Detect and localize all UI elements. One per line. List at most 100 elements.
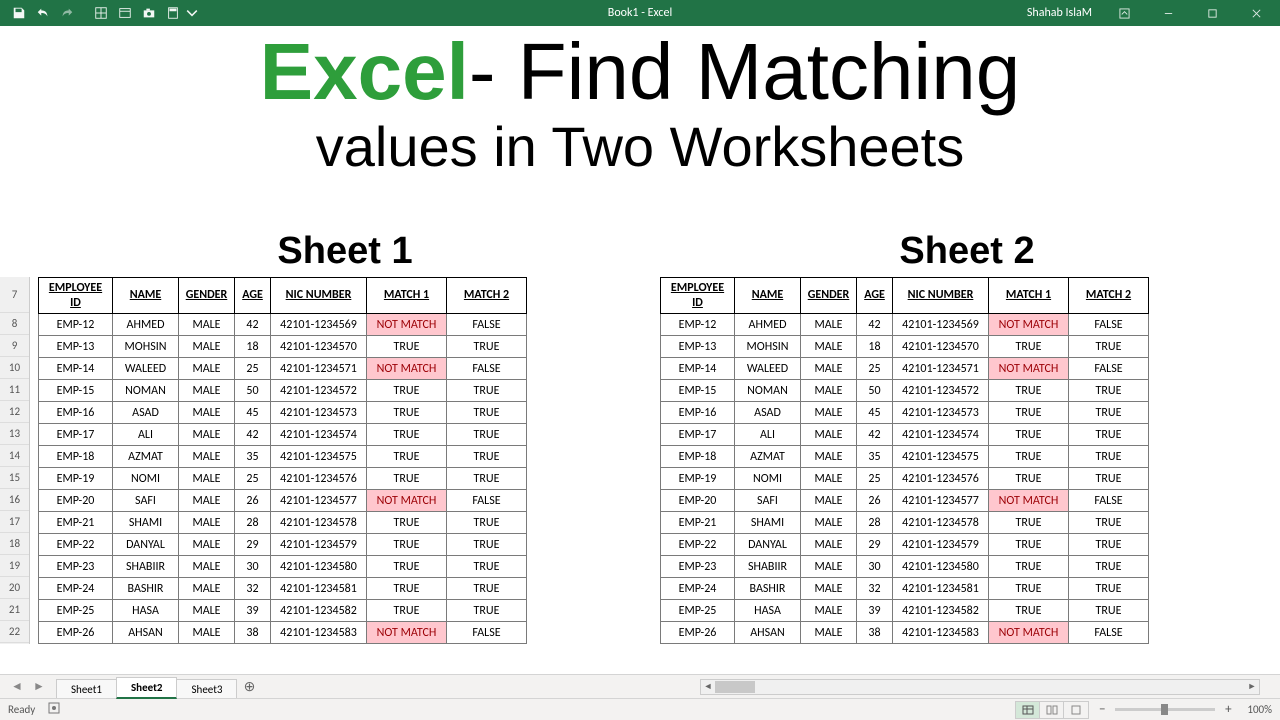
cell[interactable]: MALE xyxy=(179,446,235,468)
cell[interactable]: 42101-1234583 xyxy=(893,622,989,644)
cell[interactable]: MALE xyxy=(801,446,857,468)
cell[interactable]: EMP-18 xyxy=(39,446,113,468)
cell[interactable]: TRUE xyxy=(367,446,447,468)
cell[interactable]: TRUE xyxy=(1069,468,1149,490)
cell[interactable]: TRUE xyxy=(1069,534,1149,556)
cell[interactable]: TRUE xyxy=(367,336,447,358)
row-num[interactable]: 21 xyxy=(0,599,29,621)
cell[interactable]: MALE xyxy=(801,490,857,512)
cell[interactable]: 42101-1234570 xyxy=(271,336,367,358)
cell[interactable]: 30 xyxy=(235,556,271,578)
cell[interactable]: TRUE xyxy=(989,578,1069,600)
cell[interactable]: TRUE xyxy=(1069,600,1149,622)
cell[interactable]: MALE xyxy=(179,424,235,446)
cell[interactable]: EMP-22 xyxy=(661,534,735,556)
undo-icon[interactable] xyxy=(32,2,54,24)
cell[interactable]: MALE xyxy=(801,314,857,336)
cell[interactable]: NOMI xyxy=(735,468,801,490)
table-row[interactable]: EMP-19NOMIMALE2542101-1234576TRUETRUE xyxy=(39,468,527,490)
cell[interactable]: EMP-17 xyxy=(661,424,735,446)
cell[interactable]: MALE xyxy=(801,512,857,534)
cell[interactable]: EMP-25 xyxy=(661,600,735,622)
tab-prev-icon[interactable]: ◄ xyxy=(6,676,28,698)
cell[interactable]: TRUE xyxy=(989,380,1069,402)
row-num[interactable]: 18 xyxy=(0,533,29,555)
cell[interactable]: TRUE xyxy=(447,468,527,490)
cell[interactable]: 39 xyxy=(235,600,271,622)
qat-calc-icon[interactable] xyxy=(162,2,184,24)
cell[interactable]: 29 xyxy=(235,534,271,556)
cell[interactable]: MALE xyxy=(179,622,235,644)
col-header[interactable]: AGE xyxy=(235,278,271,314)
cell[interactable]: NOT MATCH xyxy=(367,490,447,512)
cell[interactable]: EMP-22 xyxy=(39,534,113,556)
cell[interactable]: EMP-24 xyxy=(39,578,113,600)
cell[interactable]: 42101-1234582 xyxy=(271,600,367,622)
cell[interactable]: EMP-12 xyxy=(39,314,113,336)
cell[interactable]: MALE xyxy=(801,380,857,402)
cell[interactable]: NOT MATCH xyxy=(989,622,1069,644)
cell[interactable]: AHSAN xyxy=(113,622,179,644)
maximize-icon[interactable] xyxy=(1192,0,1232,26)
cell[interactable]: 25 xyxy=(857,358,893,380)
cell[interactable]: 50 xyxy=(235,380,271,402)
cell[interactable]: MALE xyxy=(179,578,235,600)
cell[interactable]: TRUE xyxy=(1069,424,1149,446)
table-row[interactable]: EMP-17ALIMALE4242101-1234574TRUETRUE xyxy=(39,424,527,446)
cell[interactable]: 29 xyxy=(857,534,893,556)
cell[interactable]: TRUE xyxy=(447,512,527,534)
row-num[interactable]: 10 xyxy=(0,357,29,379)
col-header[interactable]: MATCH 1 xyxy=(367,278,447,314)
cell[interactable]: 42101-1234572 xyxy=(271,380,367,402)
cell[interactable]: MALE xyxy=(801,468,857,490)
cell[interactable]: NOT MATCH xyxy=(367,314,447,336)
cell[interactable]: EMP-21 xyxy=(661,512,735,534)
row-num[interactable]: 16 xyxy=(0,489,29,511)
cell[interactable]: WALEED xyxy=(113,358,179,380)
cell[interactable]: MALE xyxy=(179,512,235,534)
table-row[interactable]: EMP-15NOMANMALE5042101-1234572TRUETRUE xyxy=(39,380,527,402)
zoom-handle[interactable] xyxy=(1161,704,1168,715)
cell[interactable]: 42101-1234577 xyxy=(271,490,367,512)
cell[interactable]: 42101-1234569 xyxy=(271,314,367,336)
table-row[interactable]: EMP-22DANYALMALE2942101-1234579TRUETRUE xyxy=(661,534,1149,556)
row-num[interactable]: 11 xyxy=(0,379,29,401)
cell[interactable]: 35 xyxy=(235,446,271,468)
cell[interactable]: SHAMI xyxy=(113,512,179,534)
cell[interactable]: TRUE xyxy=(1069,380,1149,402)
cell[interactable]: 18 xyxy=(235,336,271,358)
table-row[interactable]: EMP-15NOMANMALE5042101-1234572TRUETRUE xyxy=(661,380,1149,402)
cell[interactable]: MALE xyxy=(179,380,235,402)
scroll-right-icon[interactable]: ► xyxy=(1245,680,1259,694)
table-row[interactable]: EMP-14WALEEDMALE2542101-1234571NOT MATCH… xyxy=(39,358,527,380)
cell[interactable]: 42101-1234577 xyxy=(893,490,989,512)
cell[interactable]: TRUE xyxy=(447,600,527,622)
cell[interactable]: NOMAN xyxy=(113,380,179,402)
cell[interactable]: 28 xyxy=(857,512,893,534)
row-num[interactable]: 9 xyxy=(0,335,29,357)
cell[interactable]: NOT MATCH xyxy=(989,358,1069,380)
cell[interactable]: MALE xyxy=(801,578,857,600)
cell[interactable]: 42101-1234569 xyxy=(893,314,989,336)
cell[interactable]: 42101-1234578 xyxy=(271,512,367,534)
qat-table-icon[interactable] xyxy=(114,2,136,24)
cell[interactable]: FALSE xyxy=(447,314,527,336)
cell[interactable]: HASA xyxy=(735,600,801,622)
qat-grid-icon[interactable] xyxy=(90,2,112,24)
table-row[interactable]: EMP-17ALIMALE4242101-1234574TRUETRUE xyxy=(661,424,1149,446)
cell[interactable]: TRUE xyxy=(367,556,447,578)
minimize-icon[interactable] xyxy=(1148,0,1188,26)
cell[interactable]: 42101-1234581 xyxy=(271,578,367,600)
ribbon-options-icon[interactable] xyxy=(1104,0,1144,26)
cell[interactable]: BASHIR xyxy=(735,578,801,600)
cell[interactable]: TRUE xyxy=(367,512,447,534)
cell[interactable]: MALE xyxy=(801,600,857,622)
col-header[interactable]: GENDER xyxy=(179,278,235,314)
col-header[interactable]: MATCH 2 xyxy=(447,278,527,314)
cell[interactable]: SAFI xyxy=(735,490,801,512)
col-header[interactable]: MATCH 1 xyxy=(989,278,1069,314)
cell[interactable]: TRUE xyxy=(989,336,1069,358)
cell[interactable]: TRUE xyxy=(447,534,527,556)
cell[interactable]: MOHSIN xyxy=(735,336,801,358)
cell[interactable]: 28 xyxy=(235,512,271,534)
